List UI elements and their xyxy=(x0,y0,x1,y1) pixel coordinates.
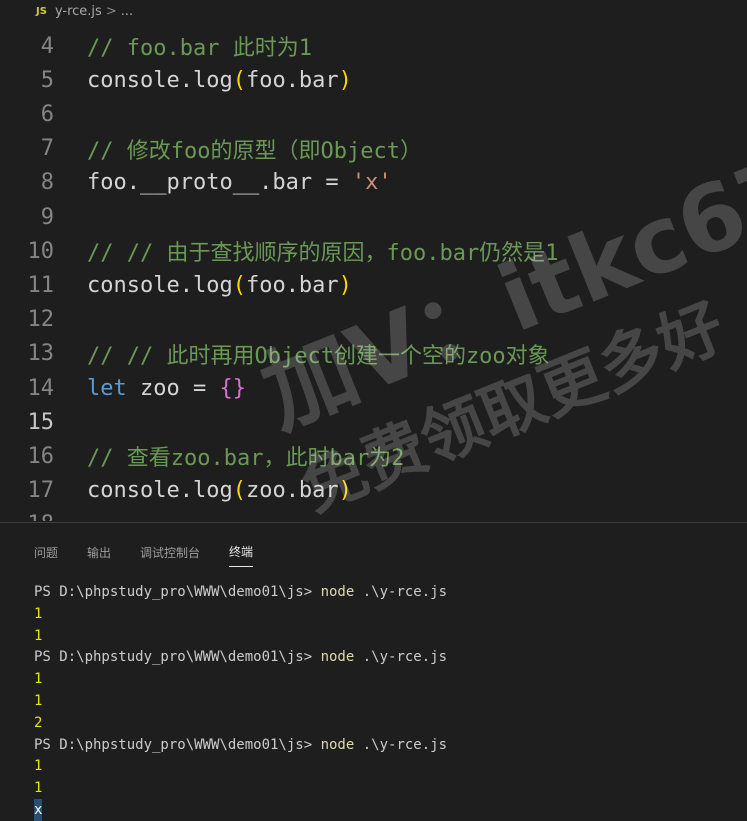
code-text[interactable]: // // 此时再用Object创建一个空的zoo对象 xyxy=(86,338,550,370)
code-line[interactable]: 6 xyxy=(0,97,747,131)
code-line[interactable]: 9 xyxy=(0,200,747,234)
code-editor[interactable]: 4// foo.bar 此时为1 5 console.log(foo.bar) 6 7/… xyxy=(0,29,747,522)
code-line[interactable]: 14 let zoo = {} xyxy=(0,371,747,405)
breadcrumb-rest[interactable]: ... xyxy=(121,4,133,19)
code-token: zoo = xyxy=(126,375,220,401)
terminal-command-args: .\y-rce.js xyxy=(354,649,448,666)
code-token: console.log xyxy=(87,67,233,93)
code-line[interactable]: 15 xyxy=(0,405,747,439)
panel-tab[interactable]: 调试控制台 xyxy=(140,538,200,567)
line-number: 12 xyxy=(27,307,55,333)
line-number: 13 xyxy=(27,341,55,367)
line-number: 16 xyxy=(27,443,55,469)
line-number: 10 xyxy=(27,238,55,264)
code-token: foo.bar xyxy=(245,272,339,298)
terminal-command-args: .\y-rce.js xyxy=(354,736,448,753)
code-line[interactable]: 5 console.log(foo.bar) xyxy=(0,63,747,97)
terminal-prompt: PS D:\phpstudy_pro\WWW\demo01\js> xyxy=(34,584,321,600)
code-token: ) xyxy=(338,67,352,93)
code-token: // // 由于查找顺序的原因，foo.bar仍然是1 xyxy=(87,241,559,267)
line-number: 14 xyxy=(27,375,55,401)
terminal-output-line: x xyxy=(34,799,43,821)
code-token: ( xyxy=(232,272,246,298)
code-line[interactable]: 17 console.log(zoo.bar) xyxy=(0,474,747,508)
code-line[interactable]: 13 // // 此时再用Object创建一个空的zoo对象 xyxy=(0,337,747,371)
panel-tabs: 问题 输出 调试控制台 终端 xyxy=(0,523,747,581)
line-number: 8 xyxy=(40,170,54,196)
panel-tab[interactable]: 终端 xyxy=(229,537,254,567)
code-text[interactable]: // foo.bar 此时为1 xyxy=(86,30,312,62)
line-number: 9 xyxy=(40,204,54,230)
code-token: ) xyxy=(338,478,352,504)
code-token: // 修改foo的原型（即Object） xyxy=(87,138,422,164)
terminal-command: node xyxy=(320,736,355,753)
code-text[interactable]: // // 由于查找顺序的原因，foo.bar仍然是1 xyxy=(86,235,558,267)
code-line[interactable]: 8 foo.__proto__.bar = 'x' xyxy=(0,166,747,200)
code-token: let xyxy=(87,375,127,401)
js-file-icon: JS xyxy=(36,5,47,17)
breadcrumb-file-name[interactable]: y-rce.js xyxy=(55,4,102,19)
code-token: ( xyxy=(232,67,246,93)
terminal-prompt-line: PS D:\phpstudy_pro\WWW\demo01\js> node .… xyxy=(34,646,447,668)
code-token: console.log xyxy=(87,272,233,298)
code-token: // foo.bar 此时为1 xyxy=(87,36,312,61)
line-number: 4 xyxy=(40,33,54,59)
line-number: 5 xyxy=(40,67,54,93)
code-line[interactable]: 12 xyxy=(0,303,747,337)
terminal-output-line: 1 xyxy=(34,627,43,644)
code-token: foo.bar xyxy=(245,67,339,93)
line-number: 15 xyxy=(27,409,55,435)
terminal-prompt: PS D:\phpstudy_pro\WWW\demo01\js> xyxy=(34,736,321,753)
terminal-output-line: 1 xyxy=(34,605,43,622)
code-token: // // 此时再用Object创建一个空的zoo对象 xyxy=(87,343,550,369)
code-line[interactable]: 10 // // 由于查找顺序的原因，foo.bar仍然是1 xyxy=(0,234,747,268)
terminal-command: node xyxy=(320,584,355,600)
code-token: zoo.bar xyxy=(245,478,339,504)
code-line[interactable]: 18 xyxy=(0,508,747,521)
terminal-command: node xyxy=(320,649,355,666)
terminal-command-args: .\y-rce.js xyxy=(354,584,448,600)
code-token: // 查看zoo.bar，此时bar为2 xyxy=(87,446,405,472)
terminal-output-line: 1 xyxy=(34,671,43,688)
code-line[interactable]: 16 // 查看zoo.bar，此时bar为2 xyxy=(0,439,747,473)
line-number: 7 xyxy=(40,136,54,162)
code-token: {} xyxy=(219,375,246,401)
terminal-output-line: 1 xyxy=(34,758,43,775)
code-text[interactable]: let zoo = {} xyxy=(86,376,246,401)
code-line[interactable]: 4 // foo.bar 此时为1 xyxy=(0,29,747,63)
line-number: 6 xyxy=(40,101,54,127)
terminal-output-line: 1 xyxy=(34,780,43,797)
terminal-output-line: 1 xyxy=(34,693,43,709)
breadcrumb: JS y-rce.js > ... xyxy=(0,0,747,22)
line-number: 18 xyxy=(0,512,86,521)
code-text[interactable]: console.log(foo.bar) xyxy=(86,68,352,93)
code-token: console.log xyxy=(87,478,233,504)
code-token: 'x' xyxy=(351,170,392,196)
bottom-panel: 问题 输出 调试控制台 终端 PS D:\phpstudy_pro\WWW\demo0… xyxy=(0,522,747,821)
panel-tab[interactable]: 问题 xyxy=(34,538,58,567)
panel-tab[interactable]: 输出 xyxy=(87,538,111,567)
code-text[interactable]: foo.__proto__.bar = 'x' xyxy=(86,170,392,195)
line-number: 11 xyxy=(27,272,55,298)
terminal-prompt-line: PS D:\phpstudy_pro\WWW\demo01\js> node .… xyxy=(34,581,447,603)
breadcrumb-separator: > xyxy=(105,3,117,19)
code-line[interactable]: 11 console.log(foo.bar) xyxy=(0,268,747,302)
code-text[interactable]: console.log(zoo.bar) xyxy=(86,478,352,503)
terminal-output-line: 2 xyxy=(34,714,43,731)
code-text[interactable]: console.log(foo.bar) xyxy=(86,273,352,298)
code-token: foo.__proto__.bar = xyxy=(87,170,352,196)
code-text[interactable]: // 查看zoo.bar，此时bar为2 xyxy=(86,440,404,472)
code-line[interactable]: 7 // 修改foo的原型（即Object） xyxy=(0,132,747,166)
code-text[interactable]: // 修改foo的原型（即Object） xyxy=(86,133,422,165)
terminal-prompt: PS D:\phpstudy_pro\WWW\demo01\js> xyxy=(34,649,321,666)
code-token: ) xyxy=(338,272,352,298)
line-number: 17 xyxy=(27,478,55,504)
terminal-prompt-line: PS D:\phpstudy_pro\WWW\demo01\js> node .… xyxy=(34,734,447,756)
code-token: ( xyxy=(232,478,246,504)
